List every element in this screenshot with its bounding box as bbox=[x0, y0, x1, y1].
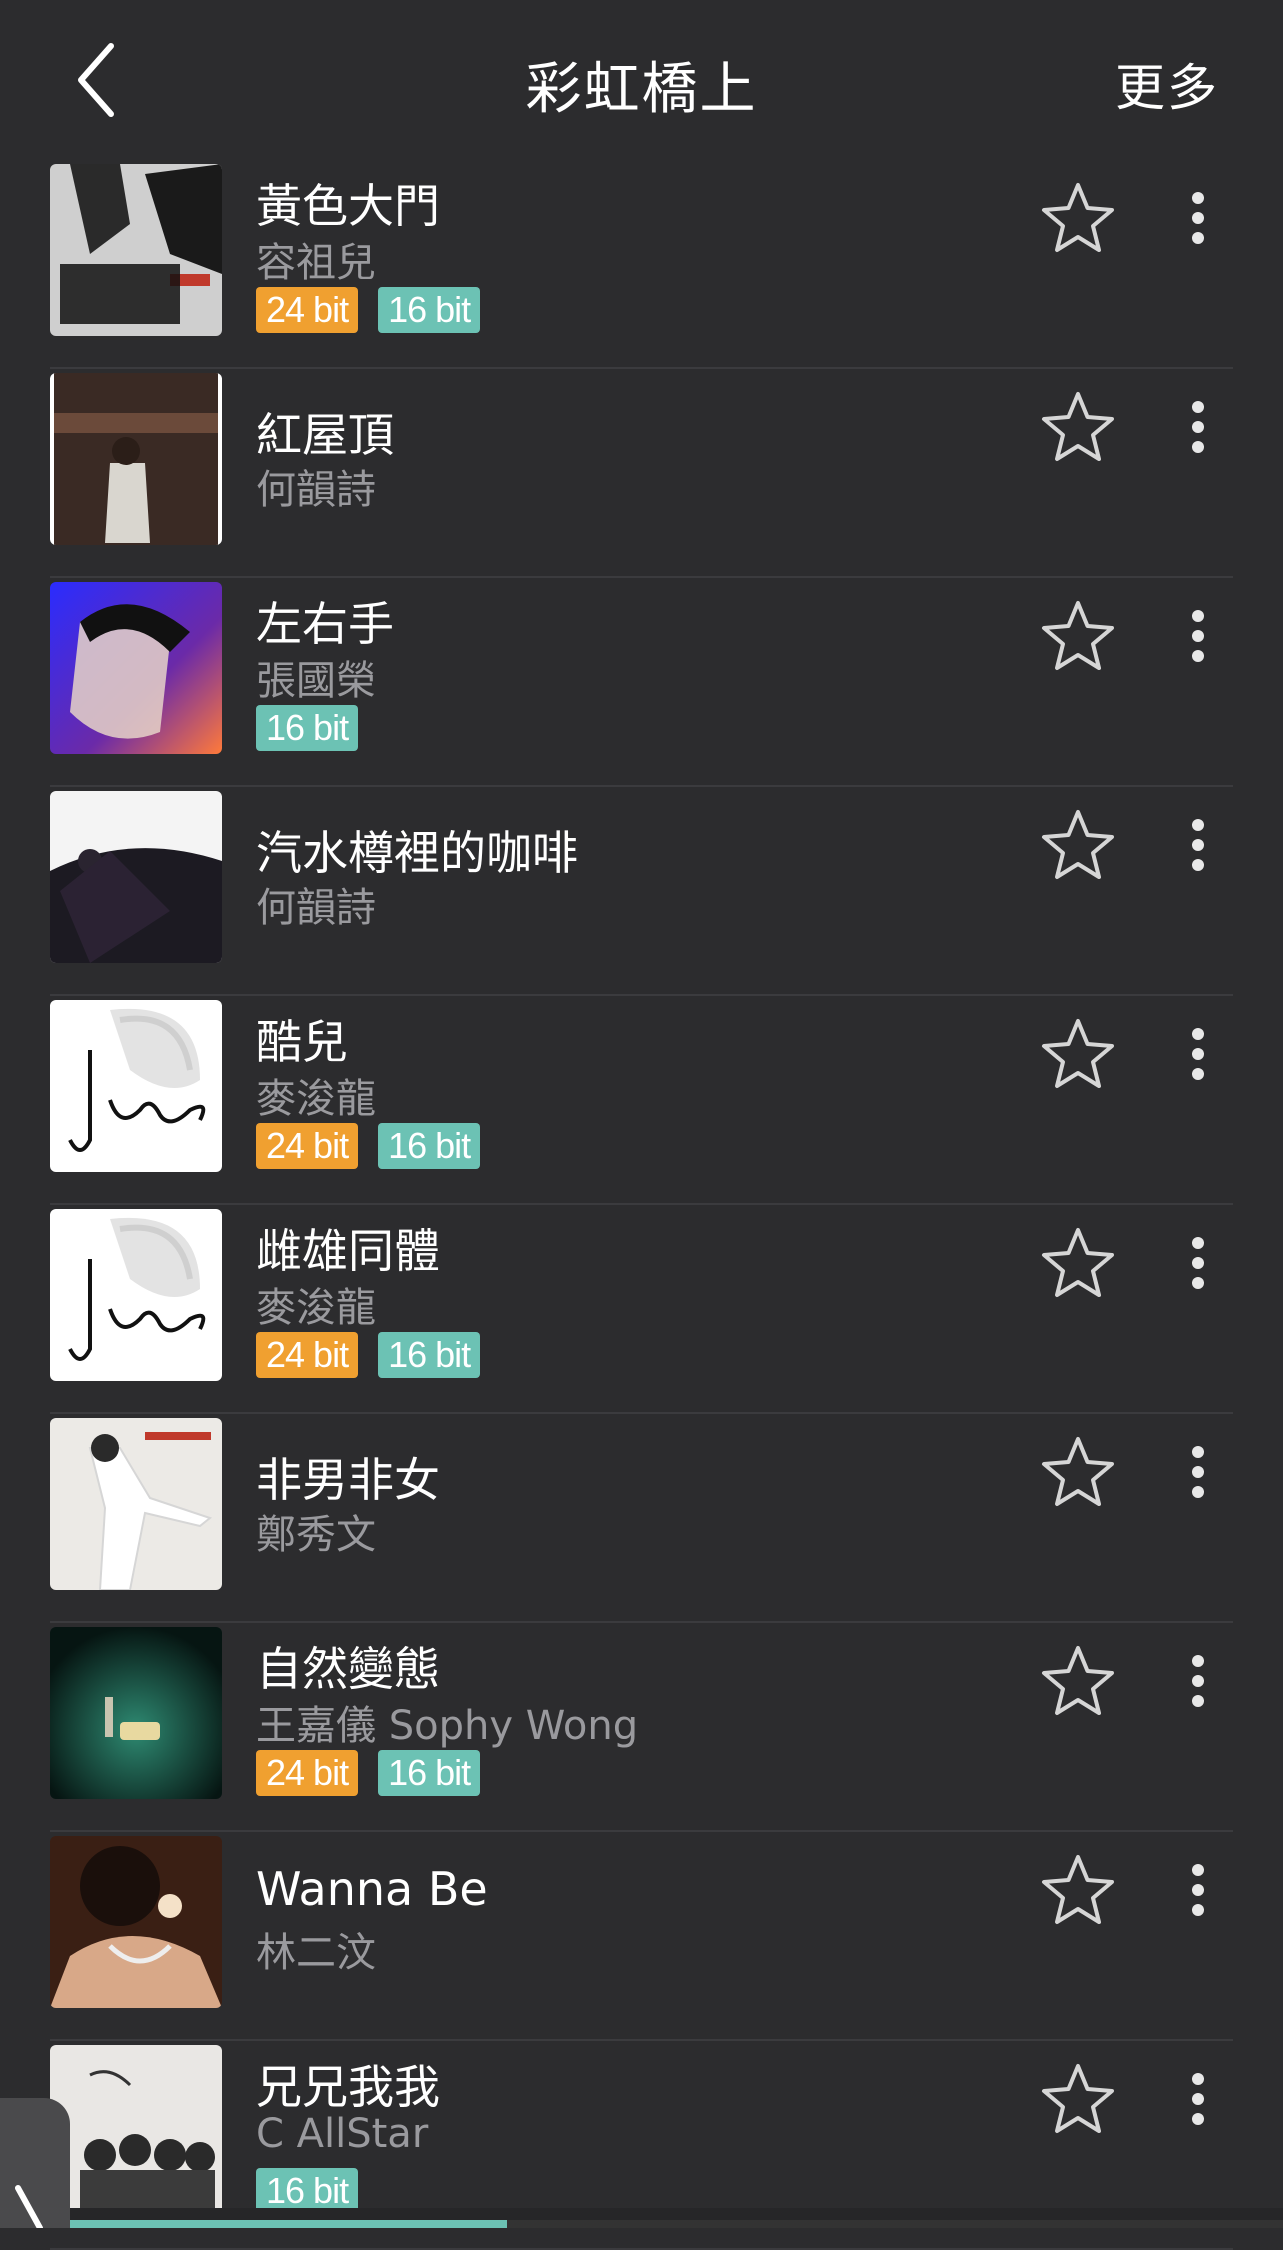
favorite-star-icon[interactable] bbox=[1040, 807, 1116, 883]
song-title: 兄兄我我 bbox=[256, 2060, 440, 2114]
favorite-star-icon[interactable] bbox=[1040, 180, 1116, 256]
song-row[interactable]: 黃色大門容祖兒 24 bit 16 bit bbox=[0, 160, 1283, 369]
song-artist: 張國榮 bbox=[256, 658, 376, 704]
album-cover[interactable] bbox=[50, 2045, 222, 2217]
album-cover[interactable] bbox=[50, 373, 222, 545]
tag-16bit-badge: 16 bit bbox=[378, 1123, 481, 1169]
tag-24bit-badge: 24 bit bbox=[256, 1123, 359, 1169]
tag-24bit-badge: 24 bit bbox=[256, 1332, 359, 1378]
song-list: 黃色大門 容祖兒 24 bit 16 bit 紅屋頂 何韻詩 左右手 張國榮 16 bit 汽水樽… bbox=[0, 160, 1283, 2250]
song-artist: 何韻詩 bbox=[256, 885, 376, 931]
song-title: 酷兒 bbox=[256, 1015, 348, 1069]
arrow-icon bbox=[15, 2185, 43, 2231]
tag-16bit-badge: 16 bit bbox=[256, 705, 359, 751]
song-title: 非男非女 bbox=[256, 1453, 440, 1507]
quality-tags: 24 bit 16 bit bbox=[256, 287, 481, 333]
more-options-icon[interactable] bbox=[1180, 815, 1216, 875]
favorite-star-icon[interactable] bbox=[1040, 1225, 1116, 1301]
tag-24bit-badge: 24 bit bbox=[256, 1750, 359, 1796]
album-cover[interactable] bbox=[50, 1209, 222, 1381]
song-row[interactable]: Wanna Be 林二汶 bbox=[0, 1832, 1283, 2041]
quality-tags: 24 bit 16 bit bbox=[256, 1332, 481, 1378]
album-cover[interactable] bbox=[50, 582, 222, 754]
song-artist: 麥浚龍 bbox=[256, 1285, 376, 1331]
more-options-icon[interactable] bbox=[1180, 1442, 1216, 1502]
favorite-star-icon[interactable] bbox=[1040, 598, 1116, 674]
more-options-icon[interactable] bbox=[1180, 606, 1216, 666]
tag-16bit-badge: 16 bit bbox=[378, 287, 481, 333]
song-row[interactable]: 雌雄同體麥浚龍 24 bit 16 bit bbox=[0, 1205, 1283, 1414]
song-row[interactable]: 酷兒麥浚龍 24 bit 16 bit bbox=[0, 996, 1283, 1205]
song-artist: 麥浚龍 bbox=[256, 1076, 376, 1122]
more-options-icon[interactable] bbox=[1180, 397, 1216, 457]
favorite-star-icon[interactable] bbox=[1040, 1852, 1116, 1928]
song-row[interactable]: 非男非女 鄭秀文 bbox=[0, 1414, 1283, 1623]
more-options-icon[interactable] bbox=[1180, 1233, 1216, 1293]
song-title: 紅屋頂 bbox=[256, 408, 394, 462]
top-nav-bar: 彩虹橋上 更多 bbox=[0, 0, 1283, 160]
song-artist: 容祖兒 bbox=[256, 240, 376, 286]
song-row[interactable]: 汽水樽裡的咖啡何韻詩 bbox=[0, 787, 1283, 996]
tag-24bit-badge: 24 bit bbox=[256, 287, 359, 333]
favorite-star-icon[interactable] bbox=[1040, 1016, 1116, 1092]
album-cover[interactable] bbox=[50, 1418, 222, 1590]
page-title: 彩虹橋上 bbox=[525, 57, 758, 122]
more-options-icon[interactable] bbox=[1180, 2069, 1216, 2129]
favorite-star-icon[interactable] bbox=[1040, 1643, 1116, 1719]
album-cover[interactable] bbox=[50, 1627, 222, 1799]
playback-progress-fill bbox=[70, 2220, 507, 2228]
quality-tags: 24 bit 16 bit bbox=[256, 1750, 481, 1796]
song-title: Wanna Be bbox=[256, 1862, 488, 1916]
quality-tags: 16 bit bbox=[256, 705, 359, 751]
more-options-icon[interactable] bbox=[1180, 1860, 1216, 1920]
song-artist: 林二汶 bbox=[256, 1930, 376, 1976]
song-row[interactable]: 紅屋頂 何韻詩 bbox=[0, 369, 1283, 578]
song-row[interactable]: 左右手張國榮 16 bit bbox=[0, 578, 1283, 787]
mini-player-handle[interactable] bbox=[0, 2098, 70, 2231]
song-title: 汽水樽裡的咖啡 bbox=[256, 826, 578, 880]
song-title: 黃色大門 bbox=[256, 179, 440, 233]
favorite-star-icon[interactable] bbox=[1040, 1434, 1116, 1510]
song-title: 左右手 bbox=[256, 597, 394, 651]
favorite-star-icon[interactable] bbox=[1040, 389, 1116, 465]
album-cover[interactable] bbox=[50, 164, 222, 336]
song-artist: C AllStar bbox=[256, 2111, 429, 2157]
more-button[interactable]: 更多 bbox=[1115, 48, 1219, 120]
album-cover[interactable] bbox=[50, 1836, 222, 2008]
more-options-icon[interactable] bbox=[1180, 1651, 1216, 1711]
mini-player-bar[interactable] bbox=[0, 2208, 1283, 2228]
more-options-icon[interactable] bbox=[1180, 1024, 1216, 1084]
song-title: 自然變態 bbox=[256, 1642, 440, 1696]
more-options-icon[interactable] bbox=[1180, 188, 1216, 248]
back-button[interactable] bbox=[60, 40, 130, 120]
tag-16bit-badge: 16 bit bbox=[378, 1332, 481, 1378]
tag-16bit-badge: 16 bit bbox=[378, 1750, 481, 1796]
song-artist: 何韻詩 bbox=[256, 467, 376, 513]
favorite-star-icon[interactable] bbox=[1040, 2061, 1116, 2137]
chevron-left-icon bbox=[78, 43, 114, 117]
quality-tags: 24 bit 16 bit bbox=[256, 1123, 481, 1169]
song-row[interactable]: 自然變態王嘉儀 Sophy Wong 24 bit 16 bit bbox=[0, 1623, 1283, 1832]
album-cover[interactable] bbox=[50, 1000, 222, 1172]
album-cover[interactable] bbox=[50, 791, 222, 963]
song-artist: 鄭秀文 bbox=[256, 1512, 376, 1558]
song-title: 雌雄同體 bbox=[256, 1224, 440, 1278]
song-artist: 王嘉儀 Sophy Wong bbox=[256, 1703, 639, 1749]
